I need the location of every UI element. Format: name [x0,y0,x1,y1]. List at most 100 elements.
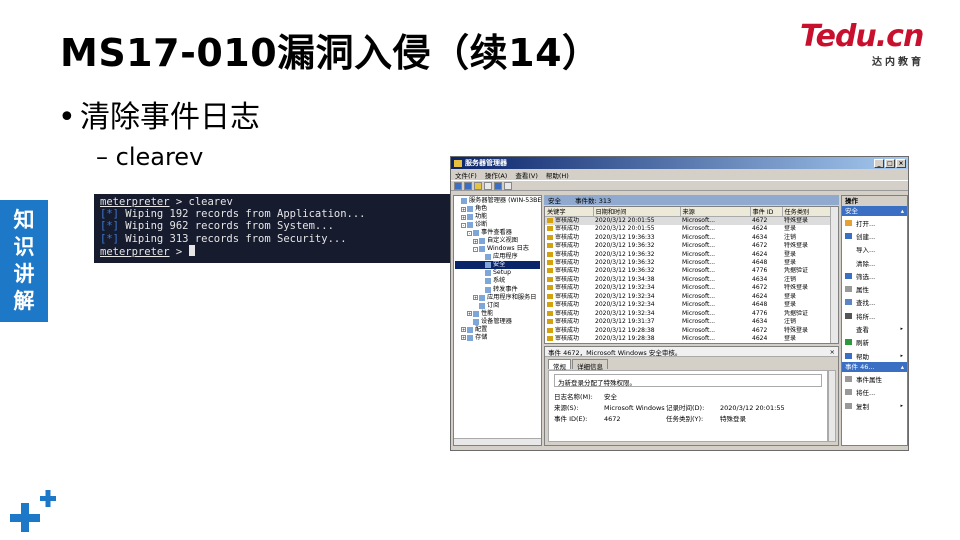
cell-text: 4634 [752,275,768,283]
action-item[interactable]: 将任... [842,386,907,399]
action-item[interactable]: 将所... [842,309,907,322]
window-titlebar[interactable]: 服务器管理器 _ □ × [451,157,908,169]
action-item[interactable]: 刷新 [842,336,907,349]
cell-text: 2020/3/12 19:31:37 [595,318,655,326]
table-row[interactable]: 审核成功 2020/3/12 19:36:32 Microsoft... 4672 特殊… [545,242,831,250]
menu-item[interactable]: 操作(A) [485,170,508,180]
tree-node[interactable]: 安全 [455,261,540,270]
table-row[interactable]: 审核成功 2020/3/12 19:36:32 Microsoft... 4776 凭据… [545,267,831,275]
tree-node[interactable]: + 存储 [455,334,540,342]
minimize-button[interactable]: _ [874,158,884,168]
tree-expander-icon[interactable]: + [473,295,478,301]
column-header[interactable]: 事件 ID [750,207,783,217]
table-cell: 凭据验证 [782,310,831,318]
table-row[interactable]: 审核成功 2020/3/12 19:36:32 Microsoft... 4624 登录 [545,250,831,258]
table-row[interactable]: 审核成功 2020/3/12 19:31:37 Microsoft... 4634 注销 [545,318,831,326]
event-list-scrollbar[interactable] [830,207,838,343]
column-header[interactable]: 来源 [680,207,751,217]
column-header[interactable]: 任务类别 [782,207,832,217]
tree-expander-icon[interactable]: + [461,206,466,212]
help-icon[interactable] [494,181,502,190]
tree-expander-icon[interactable]: + [461,335,466,341]
action-item[interactable]: 清除... [842,256,907,269]
menu-bar: 文件(F) 操作(A) 查看(V) 帮助(H) [451,169,908,180]
menu-item[interactable]: 查看(V) [515,170,538,180]
tree-expander-icon[interactable]: + [473,238,478,244]
forward-icon[interactable] [464,181,472,190]
tree-expander-icon[interactable]: - [461,222,466,228]
action-icon [845,312,852,319]
tree-expander-icon[interactable]: - [473,246,478,252]
tree-horizontal-scrollbar[interactable] [454,438,541,445]
close-detail-icon[interactable]: × [830,348,835,356]
folder-icon[interactable] [474,181,482,190]
tree-node[interactable]: - 诊断 [455,221,540,229]
action-item[interactable]: 帮助 ▸ [842,349,907,362]
table-cell: Microsoft... [680,250,750,258]
table-row[interactable]: 审核成功 2020/3/12 19:32:34 Microsoft... 4648 登录 [545,301,831,309]
actions-pane: 操作 安全 ▴ 打开... 创建... 导入... 清除... 筛选... 属性 查找... 将… [841,195,908,446]
table-cell: 2020/3/12 20:01:55 [593,216,680,225]
action-item[interactable]: 查找... [842,296,907,309]
back-icon[interactable] [454,181,462,190]
terminal-output-line: [*] Wiping 313 records from Security... [100,233,444,245]
tree-node[interactable]: + 角色 [455,205,540,213]
cell-text: 登录 [784,225,797,233]
tree-expander-icon[interactable]: + [461,327,466,333]
table-row[interactable]: 审核成功 2020/3/12 19:32:34 Microsoft... 4624 登录 [545,293,831,301]
close-button[interactable]: × [896,158,906,168]
properties-icon[interactable] [484,181,492,190]
tree-node[interactable]: 系统 [455,277,540,285]
table-row[interactable]: 审核成功 2020/3/12 19:36:33 Microsoft... 4634 注销 [545,233,831,241]
audit-key-icon [547,243,553,249]
view-icon[interactable] [504,181,512,190]
log-name: 安全 [548,197,561,205]
actions-section-security[interactable]: 安全 ▴ [842,206,907,216]
action-item[interactable]: 属性 [842,282,907,295]
detail-scrollbar[interactable] [828,370,836,442]
tree-node[interactable]: 服务器管理器 (WIN-53BE [455,197,541,205]
maximize-button[interactable]: □ [885,158,895,168]
table-cell: 注销 [782,318,831,326]
action-item[interactable]: 打开... [842,216,907,229]
tree-node[interactable]: 转发事件 [455,286,540,294]
tree-expander-icon[interactable]: + [461,214,466,220]
action-item[interactable]: 导入... [842,243,907,256]
table-row[interactable]: 审核成功 2020/3/12 20:01:55 Microsoft... 4672 特殊… [545,216,831,225]
tree-node[interactable]: + 功能 [455,213,540,221]
tree-node[interactable]: 设备管理器 [455,318,540,326]
table-row[interactable]: 审核成功 2020/3/12 19:36:32 Microsoft... 4648 登录 [545,259,831,267]
tree-node[interactable]: + 应用程序和服务日 [455,294,540,302]
tree-node[interactable]: + 性能 [455,310,540,318]
tree-node[interactable]: 订阅 [455,302,540,310]
table-row[interactable]: 审核成功 2020/3/12 19:34:38 Microsoft... 4634 注销 [545,276,831,284]
action-item[interactable]: 筛选... [842,269,907,282]
tree-expander-icon[interactable]: - [467,230,472,236]
detail-tab[interactable]: 常规 [548,359,571,371]
table-cell: 4624 [750,293,782,301]
table-row[interactable]: 审核成功 2020/3/12 19:32:34 Microsoft... 4672 特殊… [545,284,831,292]
table-row[interactable]: 审核成功 2020/3/12 19:28:38 Microsoft... 4624 登录 [545,335,831,343]
side-tab-char: 解 [13,289,35,313]
terminal-output-line: [*] Wiping 962 records from System... [100,220,444,232]
cell-text: 2020/3/12 19:32:34 [595,301,655,309]
action-item[interactable]: 复制 ▸ [842,399,907,412]
table-row[interactable]: 审核成功 2020/3/12 19:28:38 Microsoft... 4672 特殊… [545,326,831,334]
menu-item[interactable]: 文件(F) [455,170,477,180]
action-label: 筛选... [856,272,876,281]
column-header[interactable]: 关键字 [545,207,594,217]
detail-tab[interactable]: 详细信息 [572,359,608,371]
table-row[interactable]: 审核成功 2020/3/12 20:01:55 Microsoft... 4624 登录 [545,225,831,233]
action-item[interactable]: 查看 ▸ [842,322,907,335]
menu-item[interactable]: 帮助(H) [546,170,569,180]
table-cell: 4672 [750,326,782,334]
table-row[interactable]: 审核成功 2020/3/12 19:32:34 Microsoft... 4776 凭据… [545,310,831,318]
cell-text: Microsoft... [682,335,716,343]
column-header[interactable]: 日期和时间 [593,207,681,217]
tree-expander-icon[interactable]: + [467,311,472,317]
action-label: 刷新 [856,339,869,348]
action-item[interactable]: 创建... [842,229,907,242]
tree-node[interactable]: + 配置 [455,326,540,334]
actions-section-event[interactable]: 事件 46... ▴ [842,362,907,373]
action-item[interactable]: 事件属性 [842,372,907,385]
